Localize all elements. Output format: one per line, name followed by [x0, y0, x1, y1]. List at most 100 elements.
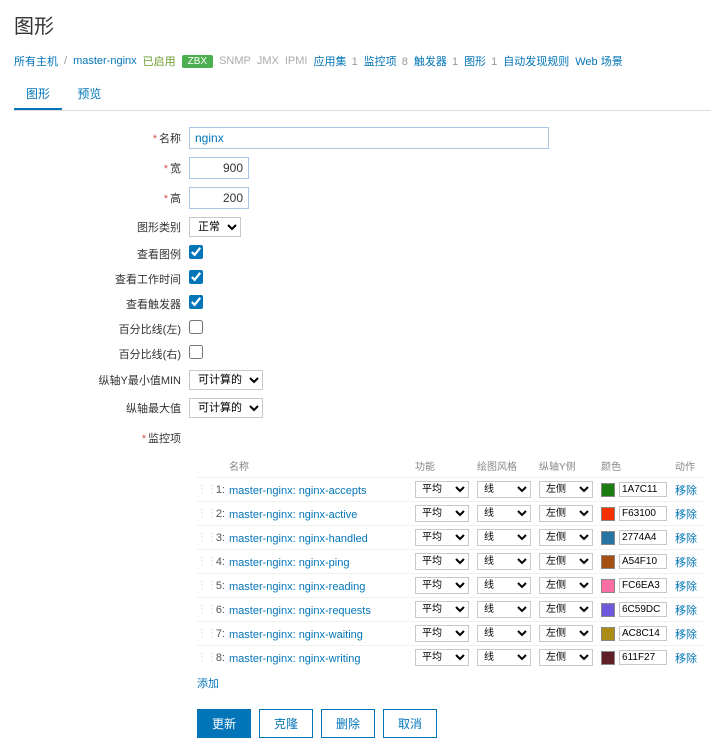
item-link[interactable]: master-nginx: nginx-handled: [229, 533, 368, 545]
breadcrumb-triggers[interactable]: 触发器: [414, 56, 447, 68]
style-select[interactable]: 线: [477, 577, 531, 594]
delete-button[interactable]: 删除: [321, 709, 375, 738]
item-link[interactable]: master-nginx: nginx-requests: [229, 605, 371, 617]
side-select[interactable]: 左侧: [539, 505, 593, 522]
remove-link[interactable]: 移除: [675, 605, 697, 617]
graphtype-select[interactable]: 正常: [189, 217, 241, 237]
remove-link[interactable]: 移除: [675, 629, 697, 641]
breadcrumb-host[interactable]: master-nginx: [73, 55, 137, 67]
color-input[interactable]: [619, 530, 667, 545]
breadcrumb-apps[interactable]: 应用集: [314, 56, 347, 68]
side-select[interactable]: 左侧: [539, 625, 593, 642]
showtriggers-checkbox[interactable]: [189, 295, 203, 309]
func-select[interactable]: 平均: [415, 577, 469, 594]
color-input[interactable]: [619, 506, 667, 521]
func-select[interactable]: 平均: [415, 505, 469, 522]
update-button[interactable]: 更新: [197, 709, 251, 738]
breadcrumb-web[interactable]: Web 场景: [575, 53, 622, 69]
func-select[interactable]: 平均: [415, 553, 469, 570]
remove-link[interactable]: 移除: [675, 509, 697, 521]
side-select[interactable]: 左侧: [539, 649, 593, 666]
percent-left-checkbox[interactable]: [189, 320, 203, 334]
ipmi-badge: IPMI: [285, 55, 308, 67]
style-select[interactable]: 线: [477, 505, 531, 522]
table-row: ⋮⋮5:master-nginx: nginx-reading平均线左侧移除: [197, 573, 705, 597]
name-input[interactable]: [189, 127, 549, 149]
style-select[interactable]: 线: [477, 553, 531, 570]
drag-handle-icon[interactable]: ⋮⋮: [197, 508, 213, 519]
row-index: 6:: [213, 604, 229, 616]
clone-button[interactable]: 克隆: [259, 709, 313, 738]
drag-handle-icon[interactable]: ⋮⋮: [197, 484, 213, 495]
drag-handle-icon[interactable]: ⋮⋮: [197, 652, 213, 663]
drag-handle-icon[interactable]: ⋮⋮: [197, 580, 213, 591]
percent-right-checkbox[interactable]: [189, 345, 203, 359]
breadcrumb: 所有主机 / master-nginx 已启用 ZBX SNMP JMX IPM…: [14, 53, 711, 69]
drag-handle-icon[interactable]: ⋮⋮: [197, 532, 213, 543]
zbx-badge: ZBX: [182, 55, 213, 68]
func-select[interactable]: 平均: [415, 625, 469, 642]
style-select[interactable]: 线: [477, 601, 531, 618]
item-link[interactable]: master-nginx: nginx-waiting: [229, 629, 363, 641]
color-input[interactable]: [619, 602, 667, 617]
color-swatch[interactable]: [601, 651, 615, 665]
color-swatch[interactable]: [601, 627, 615, 641]
height-input[interactable]: [189, 187, 249, 209]
side-select[interactable]: 左侧: [539, 577, 593, 594]
func-select[interactable]: 平均: [415, 529, 469, 546]
remove-link[interactable]: 移除: [675, 485, 697, 497]
drag-handle-icon[interactable]: ⋮⋮: [197, 628, 213, 639]
style-select[interactable]: 线: [477, 625, 531, 642]
drag-handle-icon[interactable]: ⋮⋮: [197, 556, 213, 567]
breadcrumb-graphs[interactable]: 图形: [464, 56, 486, 68]
breadcrumb-items[interactable]: 监控项: [364, 56, 397, 68]
remove-link[interactable]: 移除: [675, 557, 697, 569]
ymax-select[interactable]: 可计算的: [189, 398, 263, 418]
func-select[interactable]: 平均: [415, 649, 469, 666]
color-input[interactable]: [619, 626, 667, 641]
color-input[interactable]: [619, 482, 667, 497]
color-swatch[interactable]: [601, 531, 615, 545]
func-select[interactable]: 平均: [415, 481, 469, 498]
style-select[interactable]: 线: [477, 649, 531, 666]
add-item-link[interactable]: 添加: [197, 678, 219, 690]
drag-handle-icon[interactable]: ⋮⋮: [197, 604, 213, 615]
items-header-side: 纵轴Y侧: [539, 458, 601, 473]
func-select[interactable]: 平均: [415, 601, 469, 618]
color-swatch[interactable]: [601, 603, 615, 617]
item-link[interactable]: master-nginx: nginx-writing: [229, 653, 360, 665]
side-select[interactable]: 左侧: [539, 481, 593, 498]
side-select[interactable]: 左侧: [539, 529, 593, 546]
tab-graph[interactable]: 图形: [14, 79, 62, 110]
side-select[interactable]: 左侧: [539, 553, 593, 570]
width-input[interactable]: [189, 157, 249, 179]
item-link[interactable]: master-nginx: nginx-reading: [229, 581, 365, 593]
color-input[interactable]: [619, 650, 667, 665]
cancel-button[interactable]: 取消: [383, 709, 437, 738]
row-index: 7:: [213, 628, 229, 640]
item-link[interactable]: master-nginx: nginx-active: [229, 509, 357, 521]
item-link[interactable]: master-nginx: nginx-accepts: [229, 485, 367, 497]
tab-preview[interactable]: 预览: [65, 79, 113, 108]
color-input[interactable]: [619, 578, 667, 593]
breadcrumb-all-hosts[interactable]: 所有主机: [14, 53, 58, 69]
color-input[interactable]: [619, 554, 667, 569]
tabs: 图形 预览: [14, 79, 711, 111]
ymin-select[interactable]: 可计算的: [189, 370, 263, 390]
color-swatch[interactable]: [601, 507, 615, 521]
style-select[interactable]: 线: [477, 529, 531, 546]
style-select[interactable]: 线: [477, 481, 531, 498]
side-select[interactable]: 左侧: [539, 601, 593, 618]
ymin-label: 纵轴Y最小值MIN: [14, 372, 189, 388]
color-swatch[interactable]: [601, 579, 615, 593]
remove-link[interactable]: 移除: [675, 581, 697, 593]
remove-link[interactable]: 移除: [675, 653, 697, 665]
breadcrumb-discovery[interactable]: 自动发现规则: [503, 53, 569, 69]
remove-link[interactable]: 移除: [675, 533, 697, 545]
showlegend-checkbox[interactable]: [189, 245, 203, 259]
enabled-badge: 已启用: [143, 53, 176, 69]
showworktime-checkbox[interactable]: [189, 270, 203, 284]
color-swatch[interactable]: [601, 555, 615, 569]
color-swatch[interactable]: [601, 483, 615, 497]
item-link[interactable]: master-nginx: nginx-ping: [229, 557, 349, 569]
